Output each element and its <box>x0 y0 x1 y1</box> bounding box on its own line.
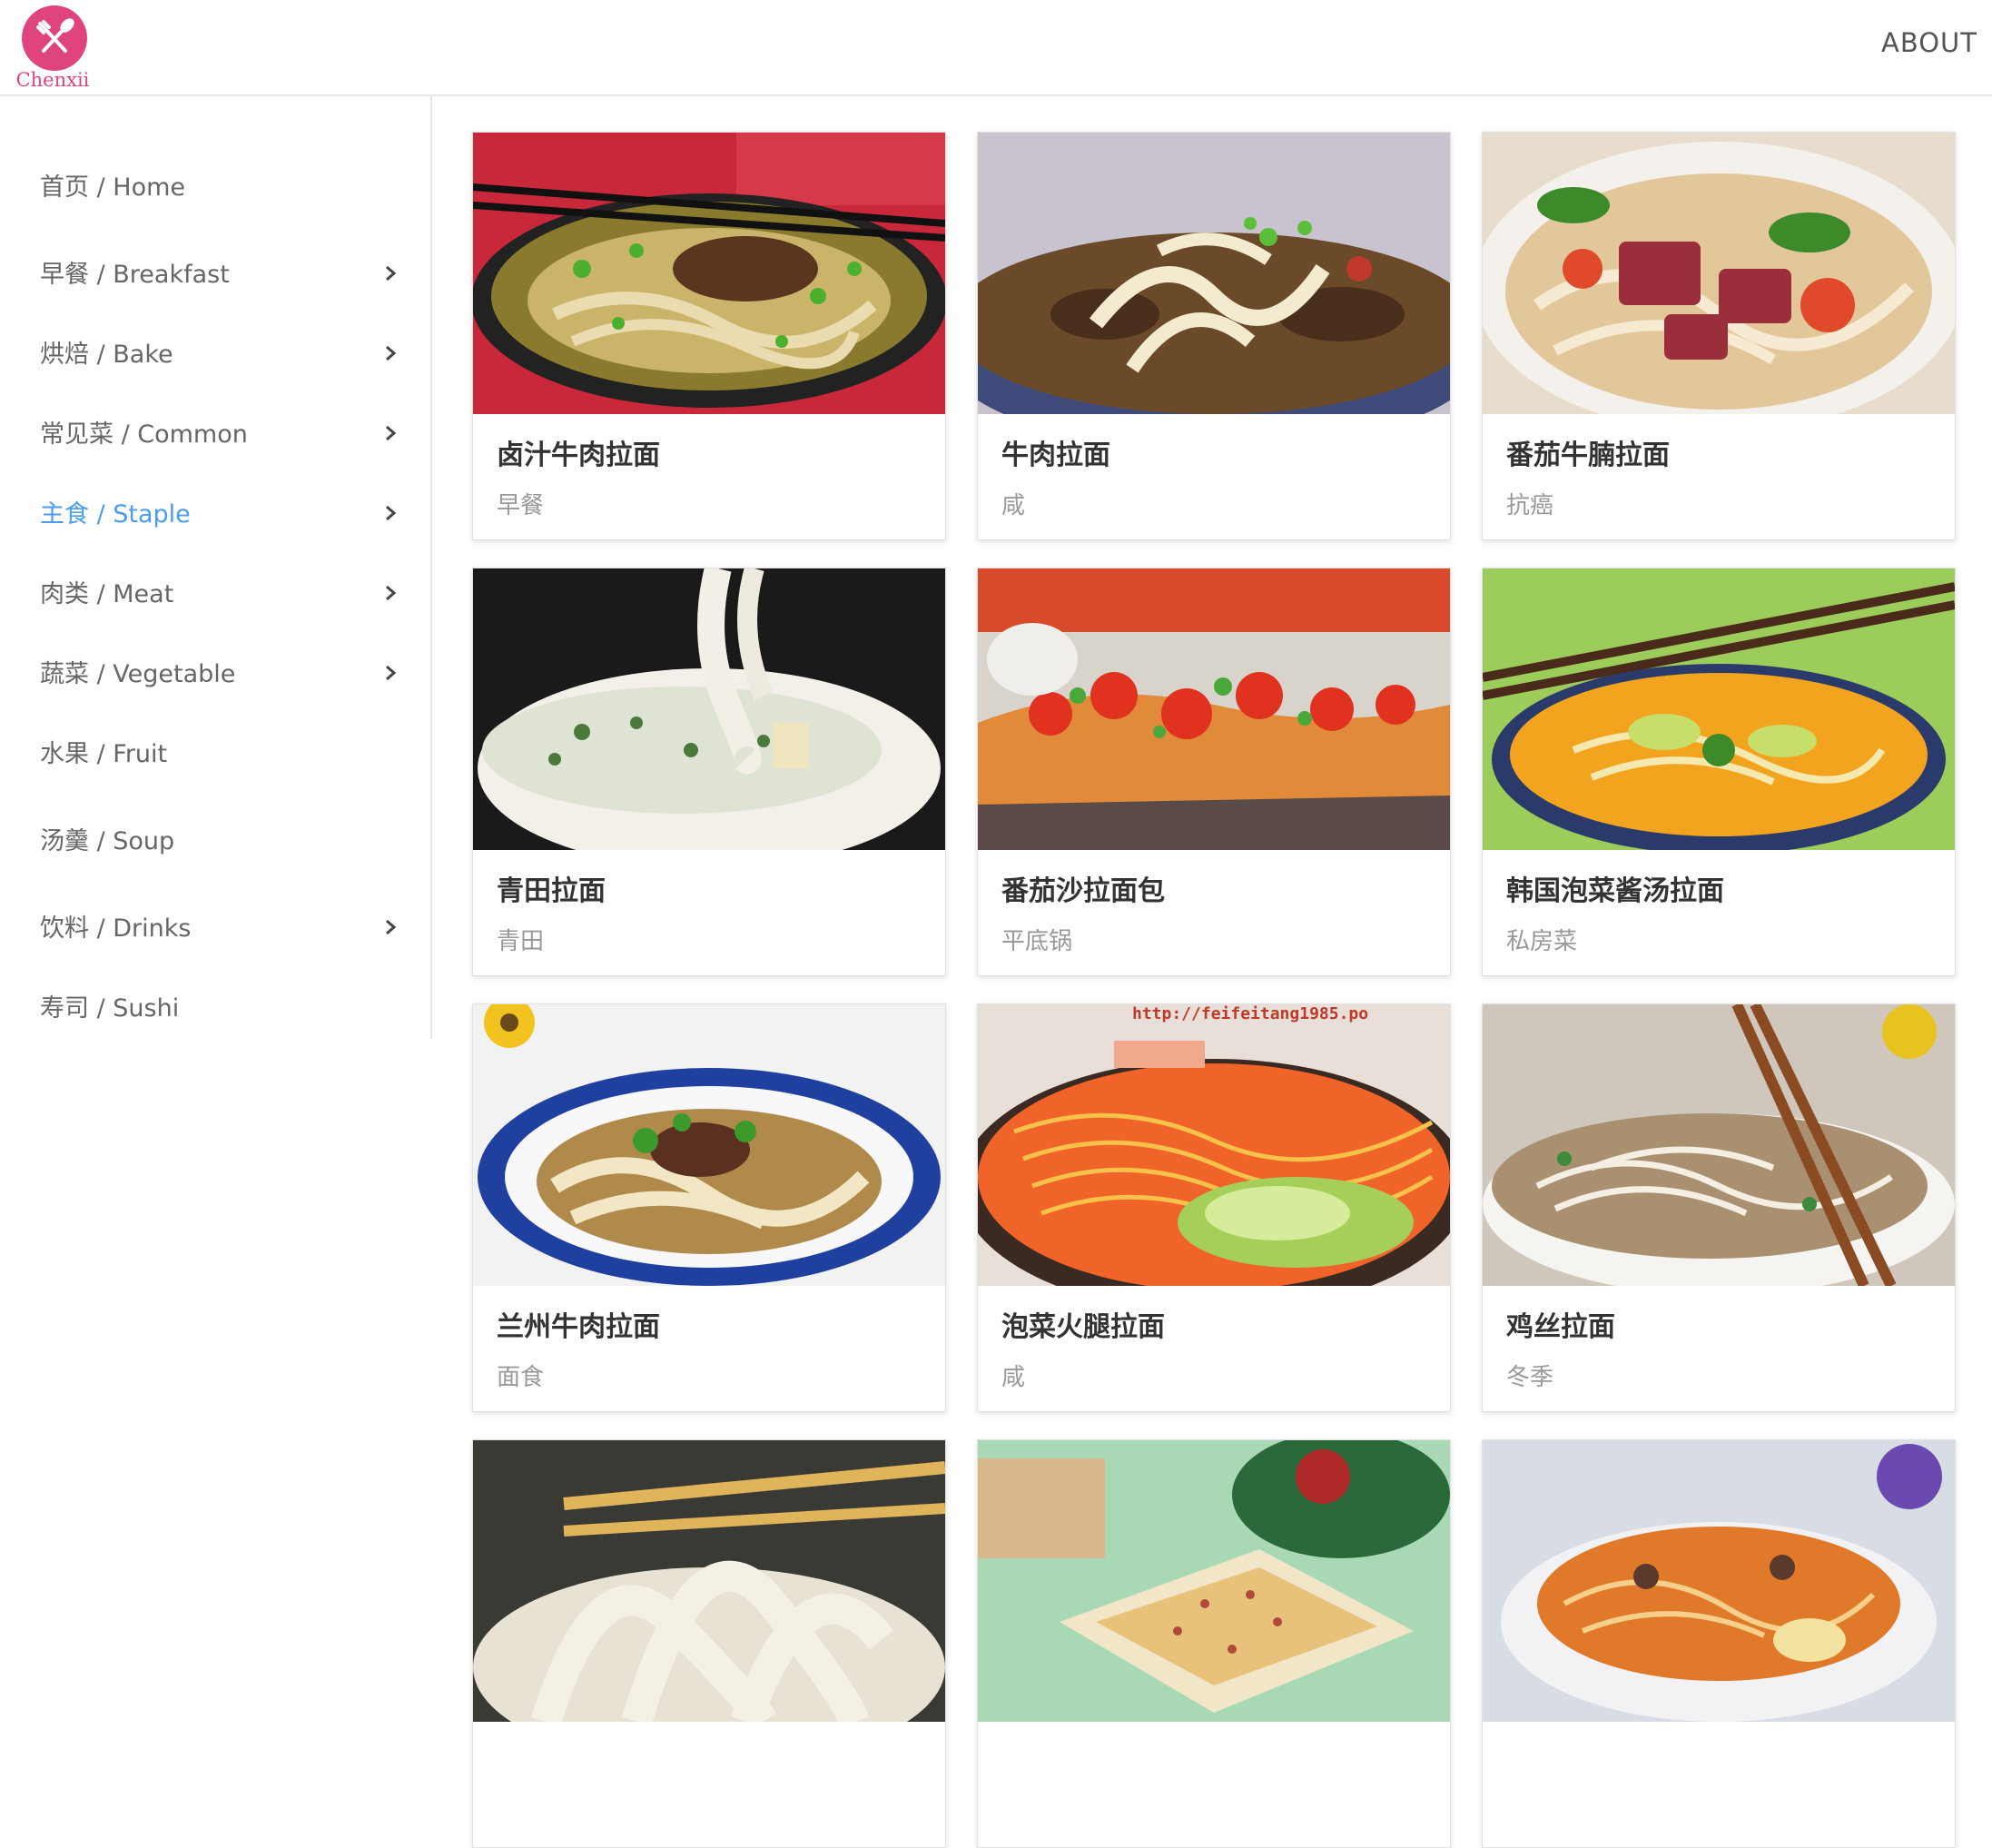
sidebar-item-label: 水果 / Fruit <box>40 740 168 768</box>
recipe-title: 牛肉拉面 <box>1001 440 1110 471</box>
recipe-title: 卤汁牛肉拉面 <box>497 440 660 471</box>
sidebar-item-meat[interactable]: 肉类 / Meat <box>40 563 430 618</box>
recipe-card[interactable]: 青田拉面 青田 <box>472 568 946 976</box>
recipe-card[interactable] <box>472 1439 946 1848</box>
chevron-right-icon <box>386 425 397 441</box>
recipe-tag: 抗癌 <box>1506 492 1554 519</box>
recipe-image <box>1483 568 1955 850</box>
sidebar-item-label: 蔬菜 / Vegetable <box>40 660 236 688</box>
image-watermark-text: http://feifeitang1985.po <box>1132 1004 1368 1023</box>
top-header: Chenxii ABOUT <box>0 0 1992 96</box>
recipe-tag: 冬季 <box>1506 1364 1554 1391</box>
sidebar-item-label: 首页 / Home <box>40 173 185 202</box>
recipe-card[interactable] <box>977 1439 1451 1848</box>
recipe-card[interactable]: 鸡丝拉面 冬季 <box>1482 1003 1956 1412</box>
recipe-title: 韩国泡菜酱汤拉面 <box>1506 875 1724 907</box>
sidebar-item-soup[interactable]: 汤羹 / Soup <box>40 810 430 865</box>
sidebar-item-label: 汤羹 / Soup <box>40 827 175 855</box>
chevron-right-icon <box>386 345 397 361</box>
recipe-title: 兰州牛肉拉面 <box>497 1311 660 1343</box>
recipe-card[interactable]: 韩国泡菜酱汤拉面 私房菜 <box>1482 568 1956 976</box>
sidebar-item-sushi[interactable]: 寿司 / Sushi <box>40 977 430 1032</box>
recipe-title: 鸡丝拉面 <box>1506 1311 1615 1343</box>
site-logo[interactable]: Chenxii <box>7 4 98 93</box>
recipe-tag: 平底锅 <box>1001 928 1073 955</box>
recipe-card[interactable]: 卤汁牛肉拉面 早餐 <box>472 132 946 540</box>
recipe-image <box>1483 1004 1955 1286</box>
recipe-tag: 咸 <box>1001 1364 1026 1391</box>
recipe-card[interactable]: 番茄牛腩拉面 抗癌 <box>1482 132 1956 540</box>
chevron-right-icon <box>386 265 397 282</box>
recipe-image: http://feifeitang1985.po <box>978 1004 1450 1286</box>
chevron-right-icon <box>386 665 397 681</box>
recipe-image <box>473 1004 945 1286</box>
recipe-tag: 面食 <box>497 1364 545 1391</box>
recipe-card[interactable]: http://feifeitang1985.po 泡菜火腿拉面 咸 <box>977 1003 1451 1412</box>
recipe-image <box>473 133 945 414</box>
sidebar-item-bake[interactable]: 烘焙 / Bake <box>40 323 430 378</box>
recipe-tag: 青田 <box>497 928 545 955</box>
recipe-title: 番茄牛腩拉面 <box>1506 440 1670 471</box>
sidebar-item-label: 常见菜 / Common <box>40 420 248 449</box>
recipe-tag: 早餐 <box>497 492 545 519</box>
sidebar-item-vegetable[interactable]: 蔬菜 / Vegetable <box>40 643 430 697</box>
sidebar-item-label: 肉类 / Meat <box>40 580 174 608</box>
sidebar-item-drinks[interactable]: 饮料 / Drinks <box>40 897 430 952</box>
recipe-tag: 私房菜 <box>1506 928 1578 955</box>
recipe-card[interactable]: 番茄沙拉面包 平底锅 <box>977 568 1451 976</box>
about-link[interactable]: ABOUT <box>1881 27 1977 58</box>
recipe-card[interactable] <box>1482 1439 1956 1848</box>
sidebar-item-home[interactable]: 首页 / Home <box>40 156 430 211</box>
sidebar-item-label: 寿司 / Sushi <box>40 994 180 1023</box>
recipe-image <box>978 133 1450 414</box>
recipe-image <box>1483 133 1955 414</box>
recipe-image <box>978 1440 1450 1722</box>
sidebar-item-label: 烘焙 / Bake <box>40 341 173 369</box>
recipe-image <box>473 1440 945 1722</box>
sidebar-item-breakfast[interactable]: 早餐 / Breakfast <box>40 243 430 298</box>
recipe-image <box>978 568 1450 850</box>
sidebar-item-label: 早餐 / Breakfast <box>40 261 230 289</box>
sidebar-item-label: 主食 / Staple <box>40 500 191 529</box>
recipe-image <box>1483 1440 1955 1722</box>
sidebar-item-fruit[interactable]: 水果 / Fruit <box>40 723 430 777</box>
fork-knife-icon <box>22 5 87 71</box>
recipe-title: 泡菜火腿拉面 <box>1001 1311 1165 1343</box>
chevron-right-icon <box>386 505 397 521</box>
sidebar-item-staple[interactable]: 主食 / Staple <box>40 483 430 538</box>
recipe-title: 番茄沙拉面包 <box>1001 875 1165 907</box>
recipe-card[interactable]: 兰州牛肉拉面 面食 <box>472 1003 946 1412</box>
recipe-card[interactable]: 牛肉拉面 咸 <box>977 132 1451 540</box>
sidebar-item-common[interactable]: 常见菜 / Common <box>40 403 430 458</box>
recipe-image <box>473 568 945 850</box>
sidebar-item-label: 饮料 / Drinks <box>40 914 192 943</box>
category-sidebar: 首页 / Home 早餐 / Breakfast 烘焙 / Bake 常见菜 /… <box>0 94 432 1039</box>
chevron-right-icon <box>386 919 397 935</box>
logo-text: Chenxii <box>15 69 90 91</box>
recipe-tag: 咸 <box>1001 492 1026 519</box>
chevron-right-icon <box>386 585 397 601</box>
recipe-title: 青田拉面 <box>497 875 606 907</box>
